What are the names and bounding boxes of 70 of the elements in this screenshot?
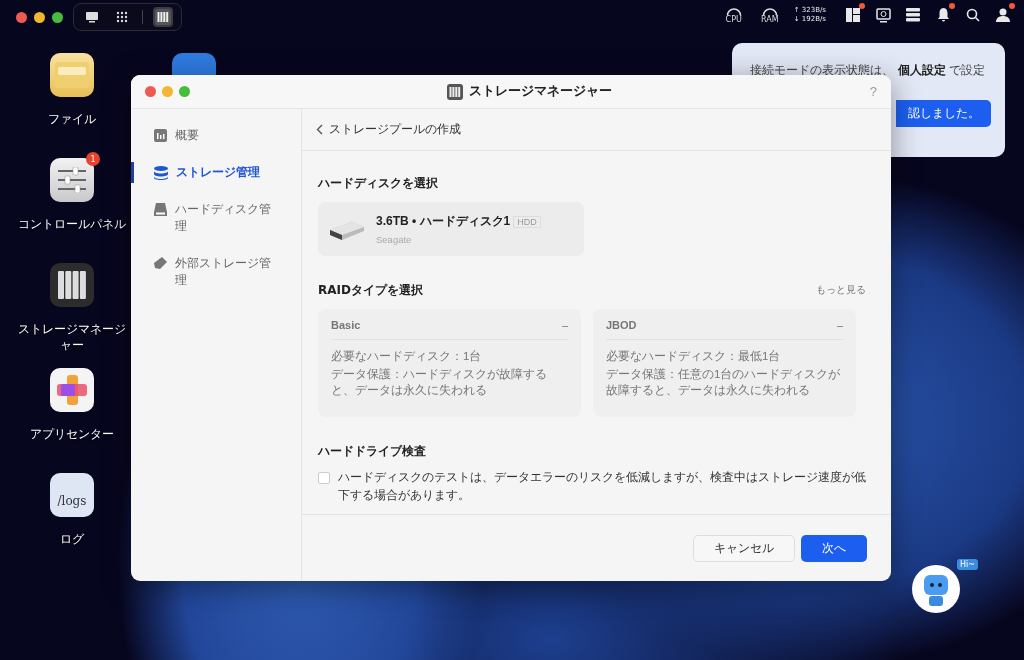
database-icon: [154, 166, 168, 180]
servers-icon: [906, 8, 920, 22]
hard-drive-icon: [154, 203, 167, 216]
cpu-gauge-icon: [725, 6, 742, 16]
app-tile[interactable]: [50, 368, 94, 412]
section-heading: RAIDタイプを選択: [318, 282, 423, 299]
next-button[interactable]: 次へ: [801, 534, 867, 562]
display-icon: [875, 7, 891, 23]
minimize-dot[interactable]: [162, 86, 173, 97]
disk-type-tag: HDD: [513, 215, 541, 228]
sliders-icon: [57, 167, 87, 193]
sidebar-item[interactable]: ストレージ管理: [131, 156, 301, 189]
cpu-label: CPU: [725, 15, 742, 24]
search-icon: [966, 8, 980, 22]
app-label: ストレージマネージャー: [18, 321, 126, 353]
app-tile[interactable]: [50, 263, 94, 307]
section-heading: ハードドライブ検査: [318, 443, 427, 460]
app-label: ファイル: [47, 111, 97, 127]
disk-vendor: Seagate: [376, 234, 413, 245]
back-link[interactable]: ストレージプールの作成: [316, 121, 461, 138]
tray-button[interactable]: [994, 6, 1012, 24]
notification-dot: [1009, 3, 1015, 9]
user-icon: [996, 8, 1010, 22]
sidebar-item[interactable]: ハードディスク管理: [131, 193, 301, 243]
drive-bays-icon: [57, 270, 87, 300]
bell-icon: [936, 8, 950, 22]
grid-icon: [116, 11, 128, 23]
section-heading: ハードディスクを選択: [318, 175, 439, 192]
close-dot[interactable]: [145, 86, 156, 97]
app-tile[interactable]: /logs: [50, 473, 94, 517]
tray-button[interactable]: [904, 6, 922, 24]
robot-mascot-icon[interactable]: [912, 565, 960, 613]
checkbox[interactable]: [318, 472, 330, 484]
notification-dot: [859, 3, 865, 9]
disk-name: 3.6TB • ハードディスク1: [376, 213, 511, 230]
maximize-dot[interactable]: [52, 12, 63, 23]
chart-icon: [154, 129, 167, 142]
window-title: ストレージマネージャー: [469, 83, 613, 100]
cancel-button[interactable]: キャンセル: [693, 534, 795, 562]
app-label: コントロールパネル: [18, 216, 126, 232]
disk-card[interactable]: 3.6TB • ハードディスク1 HDD Seagate: [318, 202, 584, 256]
minimize-dot[interactable]: [34, 12, 45, 23]
more-link[interactable]: もっと見る: [816, 284, 866, 297]
logs-icon-text: /logs: [57, 494, 87, 508]
ram-gauge-icon: [761, 6, 778, 16]
storage-icon: [155, 9, 171, 25]
panel-icon: [846, 8, 860, 22]
switcher-button[interactable]: [153, 7, 173, 27]
sidebar-item[interactable]: 外部ストレージ管理: [131, 247, 301, 297]
speech-bubble: Hi~: [957, 559, 978, 570]
confirm-button[interactable]: 認しました。: [896, 100, 991, 127]
ram-label: RAM: [760, 15, 779, 24]
tray-button[interactable]: [964, 6, 982, 24]
monitor-icon: [85, 11, 99, 23]
close-dot[interactable]: [16, 12, 27, 23]
tray-button[interactable]: [844, 6, 862, 24]
app-tile[interactable]: [50, 53, 94, 97]
notification-dot: [949, 3, 955, 9]
chevron-left-icon: [316, 124, 323, 135]
storage-icon: [447, 83, 464, 100]
folder-icon: [55, 62, 89, 88]
maximize-dot[interactable]: [179, 86, 190, 97]
count-badge: 1: [86, 152, 100, 166]
app-label: アプリセンター: [29, 426, 115, 442]
blocks-icon: [57, 375, 87, 405]
app-label: ログ: [59, 531, 85, 547]
checkbox-label: ハードディスクのテストは、データエラーのリスクを低減しますが、検査中はストレージ速度が低下する場合があります。: [338, 469, 866, 504]
sidebar-item[interactable]: 概要: [131, 119, 301, 152]
tray-button[interactable]: [874, 6, 892, 24]
help-app-tile[interactable]: [172, 53, 216, 75]
